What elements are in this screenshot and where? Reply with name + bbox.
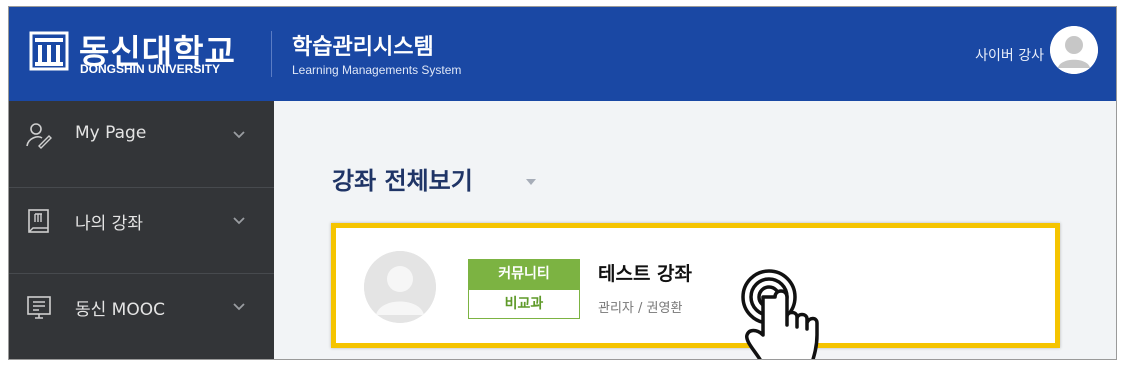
user-avatar-icon[interactable] [1050,26,1098,74]
type-badge: 비교과 [468,289,580,319]
header-divider [271,31,272,77]
user-pen-icon [26,123,52,149]
sidebar-item-my-courses[interactable]: 나의 강좌 [9,187,274,274]
top-header: 동신대학교 DONGSHIN UNIVERSITY 학습관리시스템 Learni… [9,7,1116,101]
system-subtitle: Learning Managements System [292,63,462,77]
caret-down-icon[interactable] [526,179,536,185]
category-badge: 커뮤니티 [468,259,580,289]
sidebar-item-label: 동신 MOOC [75,300,165,320]
system-title[interactable]: 학습관리시스템 [292,29,434,61]
book-icon [28,209,49,233]
page-title[interactable]: 강좌 전체보기 [332,161,473,196]
university-logo[interactable]: 동신대학교 DONGSHIN UNIVERSITY [29,29,261,79]
tap-hand-icon [741,269,819,359]
chevron-down-icon [233,131,245,139]
app-window: 동신대학교 DONGSHIN UNIVERSITY 학습관리시스템 Learni… [8,6,1117,360]
chevron-down-icon [233,217,245,225]
user-name[interactable]: 사이버 강사 [975,45,1044,65]
course-card[interactable]: 커뮤니티 비교과 테스트 강좌 관리자 / 권영환 [331,223,1060,348]
sidebar-item-label: My Page [75,123,147,143]
course-instructors: 관리자 / 권영환 [598,301,683,316]
chevron-down-icon [233,303,245,311]
avatar-silhouette-icon [1050,26,1098,74]
monitor-icon [27,296,51,319]
sidebar: My Page 나의 강좌 동신 MOOC [9,101,274,359]
course-title[interactable]: 테스트 강좌 [598,259,692,286]
sidebar-item-mooc[interactable]: 동신 MOOC [9,273,274,359]
logo-subtitle: DONGSHIN UNIVERSITY [80,62,221,76]
sidebar-item-label: 나의 강좌 [75,214,143,234]
sidebar-item-my-page[interactable]: My Page [9,101,274,188]
university-emblem-icon [29,31,69,71]
course-thumbnail [364,251,436,323]
default-user-icon [364,251,436,323]
